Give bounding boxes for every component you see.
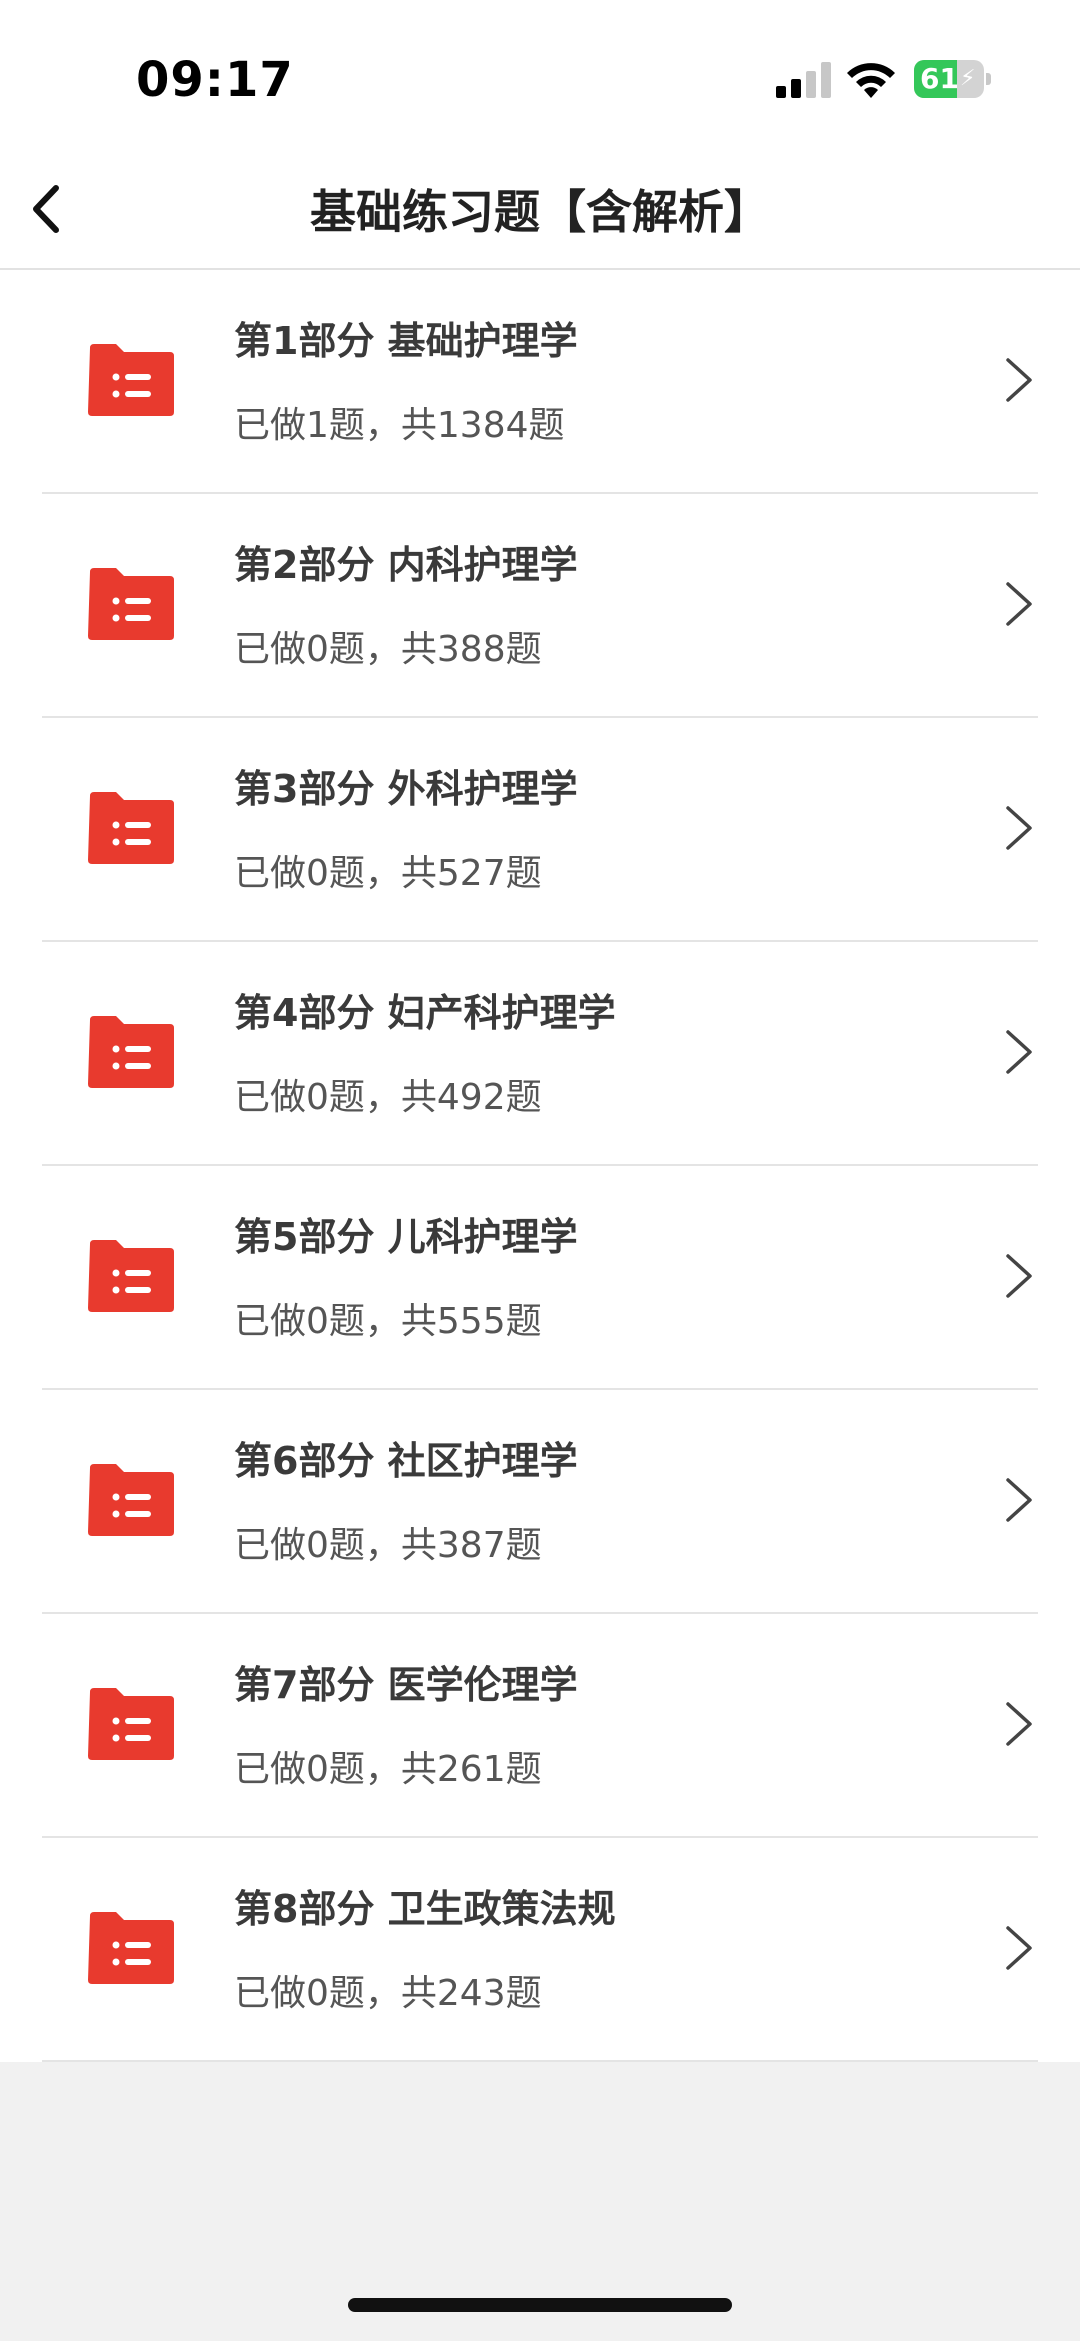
- list-item[interactable]: 第4部分 妇产科护理学 已做0题，共492题: [42, 942, 1038, 1166]
- nav-bar: 基础练习题【含解析】: [0, 150, 1080, 270]
- item-progress: 已做1题，共1384题: [234, 405, 565, 446]
- chevron-right-icon: [1006, 1254, 1032, 1298]
- folder-list-icon: [88, 1464, 174, 1536]
- chevron-right-icon: [1006, 1478, 1032, 1522]
- status-bar: 09:17 61 ⚡: [0, 0, 1080, 150]
- item-title: 第8部分 卫生政策法规: [234, 1887, 616, 1931]
- item-title: 第6部分 社区护理学: [234, 1439, 578, 1483]
- section-list: 第1部分 基础护理学 已做1题，共1384题 第2部分 内科护理学 已做0题，共…: [0, 270, 1080, 2062]
- item-title: 第2部分 内科护理学: [234, 543, 578, 587]
- chevron-right-icon: [1006, 1030, 1032, 1074]
- item-progress: 已做0题，共243题: [234, 1973, 542, 2014]
- folder-list-icon: [88, 1240, 174, 1312]
- folder-list-icon: [88, 344, 174, 416]
- item-title: 第5部分 儿科护理学: [234, 1215, 578, 1259]
- item-progress: 已做0题，共261题: [234, 1749, 542, 1790]
- list-item[interactable]: 第2部分 内科护理学 已做0题，共388题: [42, 494, 1038, 718]
- list-item[interactable]: 第8部分 卫生政策法规 已做0题，共243题: [42, 1838, 1038, 2062]
- item-title: 第1部分 基础护理学: [234, 319, 578, 363]
- list-item[interactable]: 第6部分 社区护理学 已做0题，共387题: [42, 1390, 1038, 1614]
- folder-list-icon: [88, 792, 174, 864]
- list-item[interactable]: 第1部分 基础护理学 已做1题，共1384题: [42, 270, 1038, 494]
- page-title: 基础练习题【含解析】: [310, 185, 770, 239]
- status-time: 09:17: [136, 52, 294, 108]
- item-progress: 已做0题，共492题: [234, 1077, 542, 1118]
- folder-list-icon: [88, 1688, 174, 1760]
- item-progress: 已做0题，共555题: [234, 1301, 542, 1342]
- folder-list-icon: [88, 568, 174, 640]
- chevron-right-icon: [1006, 806, 1032, 850]
- chevron-right-icon: [1006, 582, 1032, 626]
- list-item[interactable]: 第3部分 外科护理学 已做0题，共527题: [42, 718, 1038, 942]
- folder-list-icon: [88, 1912, 174, 1984]
- item-progress: 已做0题，共527题: [234, 853, 542, 894]
- folder-list-icon: [88, 1016, 174, 1088]
- charging-bolt-icon: ⚡: [960, 66, 976, 91]
- item-title: 第7部分 医学伦理学: [234, 1663, 578, 1707]
- cellular-signal-icon: [776, 62, 831, 98]
- item-progress: 已做0题，共388题: [234, 629, 542, 670]
- list-item[interactable]: 第5部分 儿科护理学 已做0题，共555题: [42, 1166, 1038, 1390]
- item-title: 第4部分 妇产科护理学: [234, 991, 616, 1035]
- item-title: 第3部分 外科护理学: [234, 767, 578, 811]
- chevron-right-icon: [1006, 1702, 1032, 1746]
- home-indicator[interactable]: [348, 2298, 732, 2312]
- chevron-right-icon: [1006, 1926, 1032, 1970]
- item-progress: 已做0题，共387题: [234, 1525, 542, 1566]
- wifi-icon: [847, 63, 895, 98]
- chevron-right-icon: [1006, 358, 1032, 402]
- list-item[interactable]: 第7部分 医学伦理学 已做0题，共261题: [42, 1614, 1038, 1838]
- battery-icon: 61 ⚡: [914, 60, 992, 98]
- battery-level: 61: [920, 62, 959, 95]
